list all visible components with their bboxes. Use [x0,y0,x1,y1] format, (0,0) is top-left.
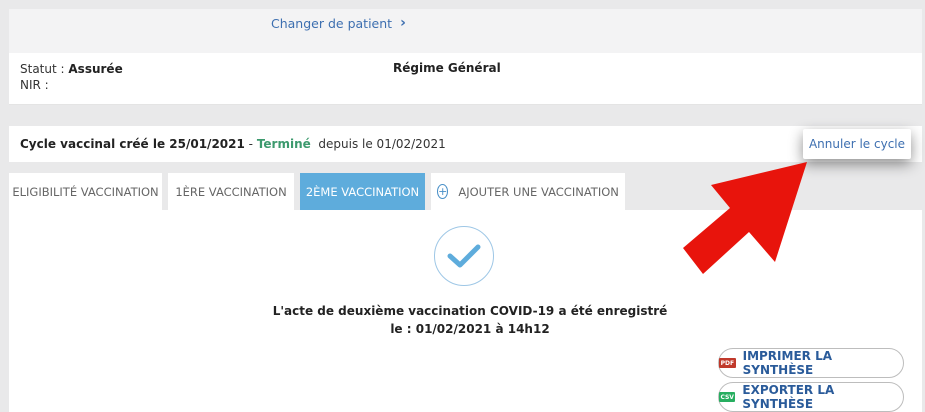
cycle-summary: Cycle vaccinal créé le 25/01/2021 - Term… [20,137,446,151]
chevron-right-icon: › [400,15,406,31]
print-summary-label: IMPRIMER LA SYNTHÈSE [742,349,833,377]
csv-icon: CSV [719,392,736,402]
change-patient-label: Changer de patient [271,15,393,31]
confirmation-message: L'acte de deuxième vaccination COVID-19 … [260,302,680,338]
regime: Régime Général [393,61,501,75]
tab-ajouter-vaccination[interactable]: + AJOUTER UNE VACCINATION [431,173,625,210]
checkmark-circle-icon [434,226,494,286]
change-patient-link[interactable]: Changer de patient › [271,15,406,31]
nir-label: NIR : [20,78,49,92]
patient-status: Statut : Assurée NIR : [20,61,123,93]
statut-value: Assurée [68,62,123,76]
confirmation-line-1: L'acte de deuxième vaccination COVID-19 … [272,304,668,318]
statut-label: Statut : [20,62,65,76]
tab-ajouter-label: AJOUTER UNE VACCINATION [458,184,619,199]
confirmation-line-2: le : 01/02/2021 à 14h12 [390,322,550,336]
top-bar [9,9,922,53]
cycle-bar: Cycle vaccinal créé le 25/01/2021 - Term… [9,126,922,162]
cycle-since: depuis le 01/02/2021 [318,137,446,151]
print-summary-button[interactable]: PDF IMPRIMER LA SYNTHÈSE [718,348,904,378]
plus-circle-icon: + [437,184,449,199]
tab-1ere-vaccination[interactable]: 1ÈRE VACCINATION [168,173,294,210]
export-summary-label: EXPORTER LA SYNTHÈSE [742,383,835,411]
cycle-separator: - [244,137,257,151]
cycle-status: Terminé [256,137,311,151]
tab-eligibilite[interactable]: ELIGIBILITÉ VACCINATION [9,173,162,210]
cancel-cycle-button[interactable]: Annuler le cycle [803,129,911,159]
cycle-created: Cycle vaccinal créé le 25/01/2021 [20,137,245,151]
patient-info-card: Statut : Assurée NIR : Régime Général [9,53,922,105]
export-summary-button[interactable]: CSV EXPORTER LA SYNTHÈSE [718,382,904,412]
vaccination-tabs: ELIGIBILITÉ VACCINATION 1ÈRE VACCINATION… [9,173,922,210]
checkmark-icon [447,244,481,268]
tab-2eme-vaccination[interactable]: 2ÈME VACCINATION [300,173,425,210]
pdf-icon: PDF [719,358,736,368]
